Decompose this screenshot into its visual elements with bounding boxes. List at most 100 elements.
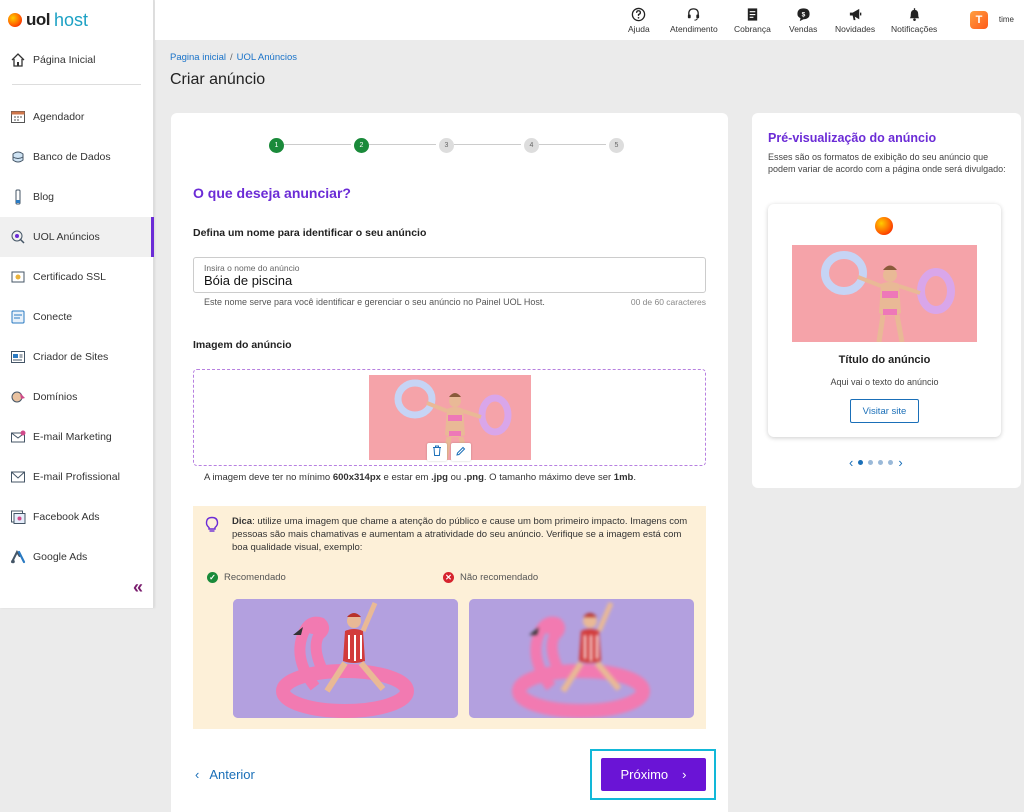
note-max: 1mb xyxy=(613,472,634,483)
sidebar-divider xyxy=(12,84,141,85)
sidebar-item-banco-de-dados[interactable]: Banco de Dados xyxy=(0,137,153,177)
carousel-dot[interactable] xyxy=(868,460,874,465)
carousel-prev-icon[interactable]: ‹ xyxy=(849,455,853,470)
topbar-label: Cobrança xyxy=(734,24,771,34)
preview-ad-text: Aqui vai o texto do anúncio xyxy=(830,377,939,387)
email-marketing-icon xyxy=(9,428,27,446)
next-button[interactable]: Próximo › xyxy=(601,758,706,791)
stepper-line xyxy=(369,144,436,145)
visit-site-button[interactable]: Visitar site xyxy=(850,399,919,423)
ad-name-placeholder: Insira o nome do anúncio xyxy=(204,263,300,273)
carousel-next-icon[interactable]: › xyxy=(898,455,902,470)
logo-uol-text: uol xyxy=(26,10,51,29)
topbar-novidades[interactable]: Novidades xyxy=(835,6,875,34)
previous-button[interactable]: ‹ Anterior xyxy=(195,767,255,782)
lightbulb-icon xyxy=(205,516,219,534)
home-icon xyxy=(9,51,27,69)
ad-name-field[interactable]: Insira o nome do anúncio Bóia de piscina xyxy=(193,257,706,293)
sidebar-item-pagina-inicial[interactable]: Página Inicial xyxy=(0,40,153,80)
sidebar-item-label: E-mail Marketing xyxy=(33,431,112,443)
database-icon xyxy=(9,148,27,166)
sidebar-item-facebook-ads[interactable]: Facebook Ads xyxy=(0,497,153,537)
preview-title: Pré-visualização do anúncio xyxy=(768,131,937,145)
preview-carousel: ‹ › xyxy=(849,455,903,470)
collapse-sidebar-icon[interactable]: « xyxy=(133,577,143,598)
user-avatar[interactable]: T xyxy=(970,11,988,29)
user-avatar-label[interactable]: time xyxy=(999,15,1014,24)
stepper-line xyxy=(539,144,606,145)
not-recommended-example-image xyxy=(469,599,694,718)
topbar-vendas[interactable]: $ Vendas xyxy=(789,6,817,34)
sidebar-item-certificado-ssl[interactable]: Certificado SSL xyxy=(0,257,153,297)
delete-image-button[interactable] xyxy=(427,443,447,461)
tip-text: Dica: utilize uma imagem que chame a ate… xyxy=(232,515,697,554)
edit-image-button[interactable] xyxy=(451,443,471,461)
topbar-notificacoes[interactable]: Notificações xyxy=(891,6,937,34)
ad-name-label: Defina um nome para identificar o seu an… xyxy=(193,227,427,239)
sidebar-item-agendador[interactable]: Agendador xyxy=(0,97,153,137)
sidebar-item-label: Criador de Sites xyxy=(33,351,109,363)
sales-icon: $ xyxy=(795,6,811,22)
google-ads-icon xyxy=(9,548,27,566)
sidebar-item-label: Banco de Dados xyxy=(33,151,111,163)
sidebar-item-blog[interactable]: Blog xyxy=(0,177,153,217)
breadcrumb-current-link[interactable]: UOL Anúncios xyxy=(237,52,297,63)
calendar-icon xyxy=(9,108,27,126)
image-actions xyxy=(427,443,471,461)
topbar-label: Vendas xyxy=(789,24,818,34)
x-circle-icon: ✕ xyxy=(443,572,454,583)
sidebar: uol host Página Inicial Agendador Banco … xyxy=(0,0,154,608)
ads-icon xyxy=(9,228,27,246)
topbar-atendimento[interactable]: Atendimento xyxy=(670,6,718,34)
headset-icon xyxy=(686,6,702,22)
recommended-tag: ✓ Recomendado xyxy=(207,572,286,583)
sidebar-item-dominios[interactable]: Domínios xyxy=(0,377,153,417)
ad-preview-card: Pré-visualização do anúncio Esses são os… xyxy=(752,113,1021,488)
preview-description: Esses são os formatos de exibição do seu… xyxy=(768,152,1006,174)
connect-icon xyxy=(9,308,27,326)
megaphone-icon xyxy=(847,6,863,22)
image-requirements: A imagem deve ter no mínimo 600x314px e … xyxy=(204,472,636,483)
sidebar-item-label: Google Ads xyxy=(33,551,88,563)
check-circle-icon: ✓ xyxy=(207,572,218,583)
not-recommended-tag: ✕ Não recomendado xyxy=(443,572,538,583)
ad-name-helper: Este nome serve para você identificar e … xyxy=(204,297,545,307)
carousel-dot[interactable] xyxy=(878,460,884,465)
stepper-line xyxy=(454,144,521,145)
sidebar-item-label: Agendador xyxy=(33,111,85,123)
facebook-ads-icon xyxy=(9,508,27,526)
sidebar-item-criador-de-sites[interactable]: Criador de Sites xyxy=(0,337,153,377)
stepper-line xyxy=(284,144,351,145)
topbar-label: Ajuda xyxy=(628,24,650,34)
uol-host-logo[interactable]: uol host xyxy=(0,0,153,40)
next-label: Próximo xyxy=(620,767,669,782)
step-1: 1 xyxy=(269,138,284,153)
preview-ad-title: Título do anúncio xyxy=(838,354,931,366)
sidebar-item-label: UOL Anúncios xyxy=(33,231,100,243)
sidebar-item-label: Certificado SSL xyxy=(33,271,106,283)
sidebar-item-email-marketing[interactable]: E-mail Marketing xyxy=(0,417,153,457)
sidebar-item-label: Facebook Ads xyxy=(33,511,100,523)
sidebar-item-uol-anuncios[interactable]: UOL Anúncios xyxy=(0,217,154,257)
sidebar-item-email-profissional[interactable]: E-mail Profissional xyxy=(0,457,153,497)
create-ad-card: 1 2 3 4 5 O que deseja anunciar? Defina … xyxy=(171,113,728,812)
topbar-ajuda[interactable]: Ajuda xyxy=(628,6,650,34)
chevron-right-icon: › xyxy=(682,767,687,782)
carousel-dot[interactable] xyxy=(858,460,864,465)
stepper: 1 2 3 4 5 xyxy=(269,138,624,153)
breadcrumb-home-link[interactable]: Pagina inicial xyxy=(170,52,226,63)
step-5: 5 xyxy=(609,138,624,153)
step-3: 3 xyxy=(439,138,454,153)
note-size: 600x314px xyxy=(332,472,381,483)
page-title: Criar anúncio xyxy=(170,71,266,88)
email-pro-icon xyxy=(9,468,27,486)
carousel-dot[interactable] xyxy=(888,460,894,465)
logo-host-text: host xyxy=(54,9,89,30)
image-dropzone[interactable] xyxy=(193,369,706,466)
sidebar-item-google-ads[interactable]: Google Ads xyxy=(0,537,153,577)
topbar-cobranca[interactable]: Cobrança xyxy=(734,6,771,34)
note-text: e estar em xyxy=(380,472,432,483)
preview-ad-frame: Título do anúncio Aqui vai o texto do an… xyxy=(768,204,1001,437)
sidebar-item-conecte[interactable]: Conecte xyxy=(0,297,153,337)
step-4: 4 xyxy=(524,138,539,153)
